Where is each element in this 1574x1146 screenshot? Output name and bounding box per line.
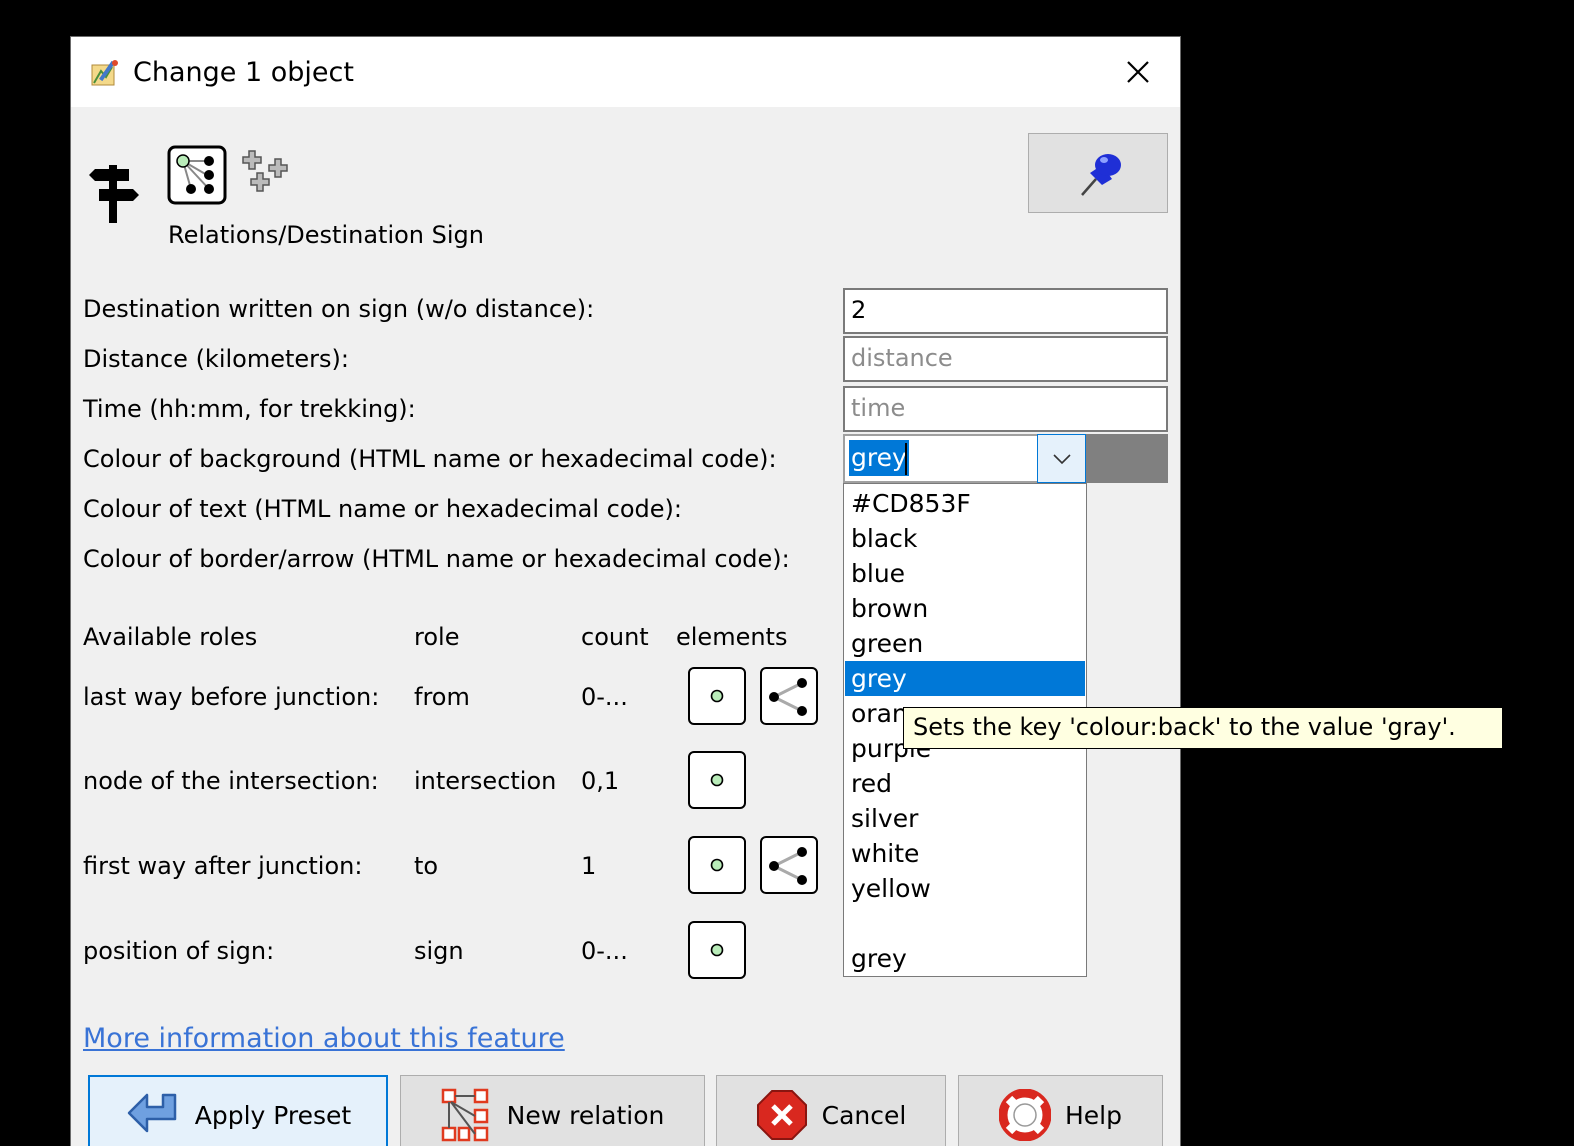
role-row-label: position of sign: [83,937,275,965]
new-relation-button[interactable]: New relation [400,1075,705,1146]
close-button[interactable] [1096,37,1180,107]
role-row-count: 0-... [581,937,628,965]
role-from-node-button[interactable] [688,667,746,725]
apply-preset-label: Apply Preset [194,1100,352,1130]
relation-icon [167,145,227,205]
close-icon [1127,61,1149,83]
role-to-node-button[interactable] [688,836,746,894]
cancel-button[interactable]: Cancel [716,1075,946,1146]
text-caret [905,443,907,475]
colour-text-label: Colour of text (HTML name or hexadecimal… [83,495,682,523]
new-relation-icon [441,1088,488,1142]
roles-header-count: count [581,623,649,651]
cancel-icon [756,1090,807,1140]
role-from-way-button[interactable] [760,667,818,725]
role-row-label: node of the intersection: [83,767,379,795]
dropdown-option[interactable]: black [845,521,1085,556]
destination-field[interactable]: 2 [843,288,1168,334]
node-icon [710,858,724,872]
role-row-count: 0-... [581,683,628,711]
josm-app-icon [91,60,118,86]
way-icon [769,847,807,885]
help-label: Help [1065,1100,1122,1130]
dropdown-option[interactable]: white [845,836,1085,871]
roles-header-role: role [414,623,460,651]
destination-sign-icon [89,165,139,223]
preset-name: Relations/Destination Sign [168,221,484,249]
role-row-role: to [414,852,439,880]
colour-background-value: grey [849,440,909,476]
role-row-role: sign [414,937,464,965]
roles-header-elements: elements [676,623,788,651]
pin-toolbar-button[interactable] [1028,133,1168,213]
way-icon [769,678,807,716]
cancel-label: Cancel [821,1100,907,1130]
multi-add-icon [242,150,288,192]
dropdown-option[interactable]: yellow [845,871,1085,906]
dropdown-option-empty[interactable] [845,906,1085,941]
dropdown-option[interactable]: #CD853F [845,486,1085,521]
more-information-link[interactable]: More information about this feature [83,1021,565,1057]
help-lifebuoy-icon [999,1089,1051,1141]
dropdown-option[interactable]: silver [845,801,1085,836]
apply-arrow-icon [127,1093,176,1133]
role-row-role: intersection [414,767,557,795]
distance-label: Distance (kilometers): [83,345,349,373]
role-sign-node-button[interactable] [688,921,746,979]
help-button[interactable]: Help [958,1075,1163,1146]
dropdown-option[interactable]: green [845,626,1085,661]
colour-background-label: Colour of background (HTML name or hexad… [83,445,777,473]
window-title: Change 1 object [133,57,354,88]
distance-field[interactable]: distance [843,336,1168,382]
role-row-count: 0,1 [581,767,620,795]
dropdown-option[interactable]: brown [845,591,1085,626]
role-row-label: first way after junction: [83,852,363,880]
pushpin-icon [1081,154,1121,196]
node-icon [710,689,724,703]
dropdown-option[interactable]: blue [845,556,1085,591]
role-row-role: from [414,683,470,711]
dropdown-option-selected[interactable]: grey [845,661,1085,696]
dropdown-option[interactable]: red [845,766,1085,801]
apply-preset-button[interactable]: Apply Preset [88,1075,388,1146]
title-bar: Change 1 object [71,37,1180,107]
colour-background-dropdown-button[interactable] [1037,434,1086,483]
dropdown-option[interactable]: grey [845,941,1085,976]
role-to-way-button[interactable] [760,836,818,894]
change-object-dialog: Change 1 object Relations/Destination Si… [70,36,1181,1146]
new-relation-label: New relation [506,1100,665,1130]
node-icon [710,943,724,957]
tooltip: Sets the key 'colour:back' to the value … [903,707,1503,749]
role-row-count: 1 [581,852,597,880]
node-icon [710,773,724,787]
role-row-label: last way before junction: [83,683,380,711]
roles-header-available: Available roles [83,623,258,651]
chevron-down-icon [1052,453,1071,464]
time-label: Time (hh:mm, for trekking): [83,395,416,423]
colour-border-label: Colour of border/arrow (HTML name or hex… [83,545,790,573]
destination-label: Destination written on sign (w/o distanc… [83,295,595,323]
colour-background-swatch [1086,434,1168,483]
role-intersection-node-button[interactable] [688,751,746,809]
time-field[interactable]: time [843,386,1168,432]
